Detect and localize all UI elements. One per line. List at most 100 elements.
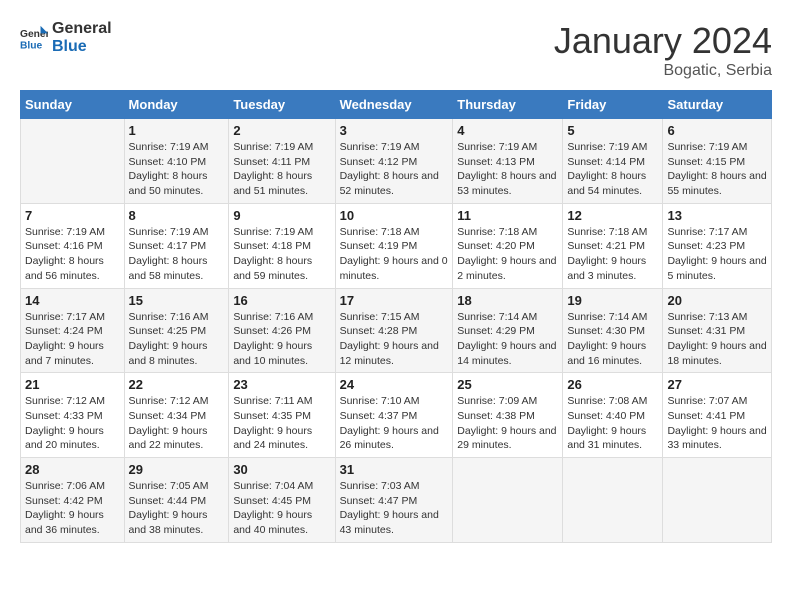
- calendar-cell: 20 Sunrise: 7:13 AMSunset: 4:31 PMDayligh…: [663, 288, 772, 373]
- calendar-cell: 6Sunrise: 7:19 AMSunset: 4:15 PMDaylight…: [663, 119, 772, 204]
- weekday-header-row: SundayMondayTuesdayWednesdayThursdayFrid…: [21, 91, 772, 119]
- weekday-header-monday: Monday: [124, 91, 229, 119]
- calendar-week-row: 1 Sunrise: 7:19 AMSunset: 4:10 PMDaylight…: [21, 119, 772, 204]
- day-info: Sunrise: 7:16 AMSunset: 4:25 PMDaylight:…: [129, 310, 225, 369]
- main-title: January 2024: [554, 20, 772, 62]
- day-info: Sunrise: 7:19 AMSunset: 4:11 PMDaylight:…: [233, 140, 330, 199]
- logo-general-text: General: [52, 20, 112, 38]
- svg-text:Blue: Blue: [20, 40, 43, 51]
- calendar-cell: 18Sunrise: 7:14 AMSunset: 4:29 PMDayligh…: [453, 288, 563, 373]
- day-number: 6: [667, 123, 767, 138]
- day-info: Sunrise: 7:19 AMSunset: 4:10 PMDaylight:…: [129, 140, 225, 199]
- calendar-cell: 26Sunrise: 7:08 AMSunset: 4:40 PMDayligh…: [563, 373, 663, 458]
- day-number: 13: [667, 208, 767, 223]
- day-info: Sunrise: 7:12 AMSunset: 4:33 PMDaylight:…: [25, 394, 120, 453]
- calendar-week-row: 7 Sunrise: 7:19 AMSunset: 4:16 PMDaylight…: [21, 203, 772, 288]
- calendar-cell: 23Sunrise: 7:11 AMSunset: 4:35 PMDayligh…: [229, 373, 335, 458]
- day-info: Sunrise: 7:19 AMSunset: 4:16 PMDaylight:…: [25, 225, 120, 284]
- day-number: 26: [567, 377, 658, 392]
- calendar-cell: 31 Sunrise: 7:03 AMSunset: 4:47 PMDayligh…: [335, 458, 453, 543]
- day-number: 18: [457, 293, 558, 308]
- day-number: 21: [25, 377, 120, 392]
- calendar-cell: [453, 458, 563, 543]
- weekday-header-saturday: Saturday: [663, 91, 772, 119]
- page-header: General Blue General Blue January 2024 B…: [20, 20, 772, 80]
- weekday-header-friday: Friday: [563, 91, 663, 119]
- day-number: 24: [340, 377, 449, 392]
- day-number: 16: [233, 293, 330, 308]
- calendar-cell: 11 Sunrise: 7:18 AMSunset: 4:20 PMDayligh…: [453, 203, 563, 288]
- day-info: Sunrise: 7:19 AMSunset: 4:13 PMDaylight:…: [457, 140, 558, 199]
- calendar-table: SundayMondayTuesdayWednesdayThursdayFrid…: [20, 90, 772, 543]
- day-number: 12: [567, 208, 658, 223]
- day-info: Sunrise: 7:19 AMSunset: 4:18 PMDaylight:…: [233, 225, 330, 284]
- calendar-cell: 22Sunrise: 7:12 AMSunset: 4:34 PMDayligh…: [124, 373, 229, 458]
- day-number: 29: [129, 462, 225, 477]
- day-number: 5: [567, 123, 658, 138]
- day-info: Sunrise: 7:19 AMSunset: 4:14 PMDaylight:…: [567, 140, 658, 199]
- calendar-cell: 12 Sunrise: 7:18 AMSunset: 4:21 PMDayligh…: [563, 203, 663, 288]
- day-number: 25: [457, 377, 558, 392]
- day-number: 31: [340, 462, 449, 477]
- calendar-cell: 5 Sunrise: 7:19 AMSunset: 4:14 PMDaylight…: [563, 119, 663, 204]
- calendar-cell: [563, 458, 663, 543]
- day-number: 3: [340, 123, 449, 138]
- logo: General Blue General Blue: [20, 20, 112, 55]
- subtitle: Bogatic, Serbia: [554, 62, 772, 80]
- calendar-cell: 1 Sunrise: 7:19 AMSunset: 4:10 PMDaylight…: [124, 119, 229, 204]
- calendar-cell: 9Sunrise: 7:19 AMSunset: 4:18 PMDaylight…: [229, 203, 335, 288]
- calendar-cell: 10Sunrise: 7:18 AMSunset: 4:19 PMDayligh…: [335, 203, 453, 288]
- calendar-cell: 21 Sunrise: 7:12 AMSunset: 4:33 PMDayligh…: [21, 373, 125, 458]
- calendar-cell: [21, 119, 125, 204]
- day-info: Sunrise: 7:18 AMSunset: 4:19 PMDaylight:…: [340, 225, 449, 284]
- calendar-cell: 29Sunrise: 7:05 AMSunset: 4:44 PMDayligh…: [124, 458, 229, 543]
- title-block: January 2024 Bogatic, Serbia: [554, 20, 772, 80]
- day-info: Sunrise: 7:03 AMSunset: 4:47 PMDaylight:…: [340, 479, 449, 538]
- day-info: Sunrise: 7:18 AMSunset: 4:20 PMDaylight:…: [457, 225, 558, 284]
- day-number: 20: [667, 293, 767, 308]
- day-number: 8: [129, 208, 225, 223]
- weekday-header-wednesday: Wednesday: [335, 91, 453, 119]
- day-number: 4: [457, 123, 558, 138]
- day-info: Sunrise: 7:18 AMSunset: 4:21 PMDaylight:…: [567, 225, 658, 284]
- calendar-cell: [663, 458, 772, 543]
- day-number: 23: [233, 377, 330, 392]
- day-info: Sunrise: 7:13 AMSunset: 4:31 PMDaylight:…: [667, 310, 767, 369]
- calendar-week-row: 21 Sunrise: 7:12 AMSunset: 4:33 PMDayligh…: [21, 373, 772, 458]
- day-number: 7: [25, 208, 120, 223]
- calendar-cell: 25 Sunrise: 7:09 AMSunset: 4:38 PMDayligh…: [453, 373, 563, 458]
- logo-icon: General Blue: [20, 24, 48, 52]
- day-info: Sunrise: 7:10 AMSunset: 4:37 PMDaylight:…: [340, 394, 449, 453]
- calendar-cell: 4 Sunrise: 7:19 AMSunset: 4:13 PMDaylight…: [453, 119, 563, 204]
- day-number: 11: [457, 208, 558, 223]
- day-number: 2: [233, 123, 330, 138]
- calendar-cell: 8 Sunrise: 7:19 AMSunset: 4:17 PMDaylight…: [124, 203, 229, 288]
- day-info: Sunrise: 7:16 AMSunset: 4:26 PMDaylight:…: [233, 310, 330, 369]
- calendar-cell: 27 Sunrise: 7:07 AMSunset: 4:41 PMDayligh…: [663, 373, 772, 458]
- calendar-cell: 30Sunrise: 7:04 AMSunset: 4:45 PMDayligh…: [229, 458, 335, 543]
- weekday-header-thursday: Thursday: [453, 91, 563, 119]
- day-number: 1: [129, 123, 225, 138]
- day-number: 28: [25, 462, 120, 477]
- day-info: Sunrise: 7:09 AMSunset: 4:38 PMDaylight:…: [457, 394, 558, 453]
- weekday-header-tuesday: Tuesday: [229, 91, 335, 119]
- calendar-cell: 16 Sunrise: 7:16 AMSunset: 4:26 PMDayligh…: [229, 288, 335, 373]
- day-info: Sunrise: 7:17 AMSunset: 4:23 PMDaylight:…: [667, 225, 767, 284]
- calendar-cell: 19Sunrise: 7:14 AMSunset: 4:30 PMDayligh…: [563, 288, 663, 373]
- calendar-week-row: 14 Sunrise: 7:17 AMSunset: 4:24 PMDayligh…: [21, 288, 772, 373]
- day-number: 27: [667, 377, 767, 392]
- day-number: 15: [129, 293, 225, 308]
- day-info: Sunrise: 7:12 AMSunset: 4:34 PMDaylight:…: [129, 394, 225, 453]
- calendar-cell: 2 Sunrise: 7:19 AMSunset: 4:11 PMDaylight…: [229, 119, 335, 204]
- day-info: Sunrise: 7:19 AMSunset: 4:17 PMDaylight:…: [129, 225, 225, 284]
- calendar-cell: 28 Sunrise: 7:06 AMSunset: 4:42 PMDayligh…: [21, 458, 125, 543]
- day-number: 19: [567, 293, 658, 308]
- day-info: Sunrise: 7:06 AMSunset: 4:42 PMDaylight:…: [25, 479, 120, 538]
- day-info: Sunrise: 7:17 AMSunset: 4:24 PMDaylight:…: [25, 310, 120, 369]
- calendar-cell: 7 Sunrise: 7:19 AMSunset: 4:16 PMDaylight…: [21, 203, 125, 288]
- calendar-cell: 24 Sunrise: 7:10 AMSunset: 4:37 PMDayligh…: [335, 373, 453, 458]
- day-info: Sunrise: 7:07 AMSunset: 4:41 PMDaylight:…: [667, 394, 767, 453]
- day-number: 30: [233, 462, 330, 477]
- weekday-header-sunday: Sunday: [21, 91, 125, 119]
- day-number: 14: [25, 293, 120, 308]
